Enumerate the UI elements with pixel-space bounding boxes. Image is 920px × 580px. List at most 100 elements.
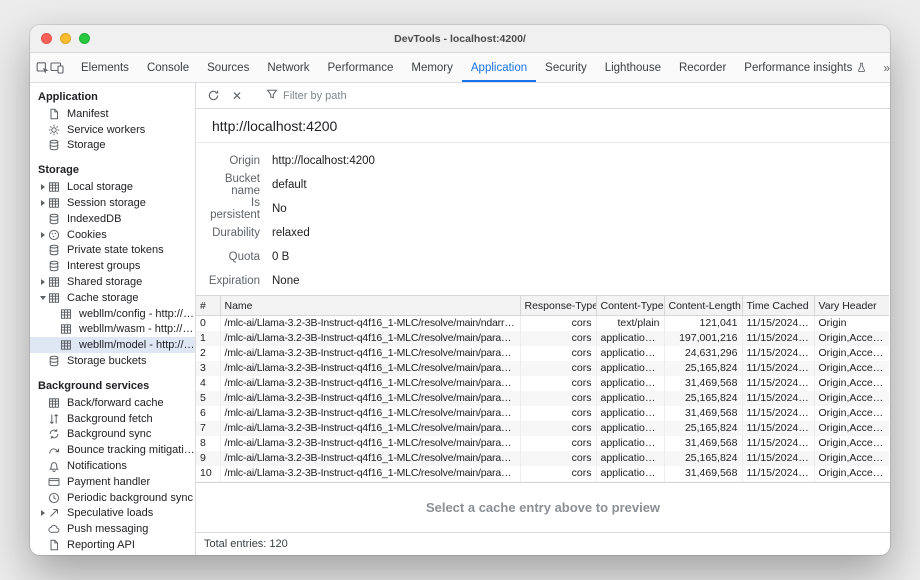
sidebar-item-label: Cookies xyxy=(64,229,107,241)
table-row[interactable]: 7/mlc-ai/Llama-3.2-3B-Instruct-q4f16_1-M… xyxy=(196,421,889,436)
cell-response-type: cors xyxy=(520,331,596,346)
sidebar: ApplicationManifestService workersStorag… xyxy=(30,83,196,555)
column-header-response-type[interactable]: Response-Type xyxy=(520,296,596,316)
cell-content-type: application/oc... xyxy=(596,451,664,466)
sidebar-item-background-sync[interactable]: Background sync xyxy=(30,427,195,443)
column-header-name[interactable]: Name xyxy=(220,296,520,316)
sidebar-item-payment-handler[interactable]: Payment handler xyxy=(30,474,195,490)
delete-selected-icon[interactable]: ✕ xyxy=(226,85,248,107)
more-tabs-chevron-icon[interactable]: » xyxy=(876,61,890,75)
sidebar-item-reporting-api[interactable]: Reporting API xyxy=(30,537,195,553)
cell-content-type: application/oc... xyxy=(596,406,664,421)
table-row[interactable]: 0/mlc-ai/Llama-3.2-3B-Instruct-q4f16_1-M… xyxy=(196,316,889,331)
tab-label: Elements xyxy=(81,62,129,74)
column-header-content-type[interactable]: Content-Type xyxy=(596,296,664,316)
cell-content-type: application/oc... xyxy=(596,376,664,391)
cell-response-type: cors xyxy=(520,361,596,376)
cell-response-type: cors xyxy=(520,316,596,331)
cell-: 7 xyxy=(196,421,220,436)
path-filter-input[interactable]: Filter by path xyxy=(261,88,347,103)
tab-lighthouse[interactable]: Lighthouse xyxy=(596,53,670,82)
table-row[interactable]: 2/mlc-ai/Llama-3.2-3B-Instruct-q4f16_1-M… xyxy=(196,346,889,361)
zoom-window-button[interactable] xyxy=(79,33,90,44)
cache-entries-table: #NameResponse-TypeContent-TypeContent-Le… xyxy=(196,295,890,483)
table-row[interactable]: 6/mlc-ai/Llama-3.2-3B-Instruct-q4f16_1-M… xyxy=(196,406,889,421)
minimize-window-button[interactable] xyxy=(60,33,71,44)
tab-performance-insights[interactable]: Performance insights xyxy=(735,53,876,82)
cell-content-length: 197,001,216 xyxy=(664,331,742,346)
cell-content-length: 31,469,568 xyxy=(664,376,742,391)
detail-row-is-persistent: Is persistentNo xyxy=(204,197,890,221)
close-window-button[interactable] xyxy=(41,33,52,44)
sidebar-item-cookies[interactable]: Cookies xyxy=(30,227,195,243)
table-row[interactable]: 3/mlc-ai/Llama-3.2-3B-Instruct-q4f16_1-M… xyxy=(196,361,889,376)
inspect-element-icon[interactable] xyxy=(36,53,50,82)
sidebar-item-interest-groups[interactable]: Interest groups xyxy=(30,258,195,274)
disclosure-right-icon[interactable] xyxy=(37,195,48,211)
sidebar-item-label: Interest groups xyxy=(64,260,140,272)
table-row[interactable]: 4/mlc-ai/Llama-3.2-3B-Instruct-q4f16_1-M… xyxy=(196,376,889,391)
devtools-content: ApplicationManifestService workersStorag… xyxy=(30,83,890,555)
column-header-vary-header[interactable]: Vary Header xyxy=(814,296,889,316)
sidebar-item-indexeddb[interactable]: IndexedDB xyxy=(30,211,195,227)
cell-content-type: application/oc... xyxy=(596,466,664,481)
disclosure-down-icon[interactable] xyxy=(37,290,48,306)
devtools-tabs: Elements ConsoleSourcesNetwork Performance… xyxy=(72,53,876,82)
sidebar-item-bounce-tracking-mitigations[interactable]: Bounce tracking mitigations xyxy=(30,442,195,458)
sidebar-item-session-storage[interactable]: Session storage xyxy=(30,195,195,211)
tab-memory[interactable]: Memory xyxy=(402,53,462,82)
table-icon xyxy=(60,323,76,335)
disclosure-right-icon[interactable] xyxy=(37,274,48,290)
column-header-[interactable]: # xyxy=(196,296,220,316)
sidebar-item-service-workers[interactable]: Service workers xyxy=(30,122,195,138)
cell-vary-header: Origin,Access... xyxy=(814,331,889,346)
sidebar-item-webllm-wasm-http-loca[interactable]: webllm/wasm - http://loca... xyxy=(30,322,195,338)
detail-label: Quota xyxy=(204,251,260,263)
disclosure-right-icon[interactable] xyxy=(37,227,48,243)
sidebar-item-notifications[interactable]: Notifications xyxy=(30,458,195,474)
refresh-icon[interactable] xyxy=(202,85,224,107)
table-row[interactable]: 8/mlc-ai/Llama-3.2-3B-Instruct-q4f16_1-M… xyxy=(196,436,889,451)
tab-elements[interactable]: Elements xyxy=(72,53,138,82)
tab-application[interactable]: Application xyxy=(462,53,536,82)
database-icon xyxy=(48,213,64,225)
sidebar-item-label: Speculative loads xyxy=(64,507,153,519)
column-header-content-length[interactable]: Content-Length xyxy=(664,296,742,316)
device-toolbar-icon[interactable] xyxy=(50,53,64,82)
tab-recorder[interactable]: Recorder xyxy=(670,53,735,82)
sidebar-item-local-storage[interactable]: Local storage xyxy=(30,179,195,195)
disclosure-right-icon[interactable] xyxy=(37,179,48,195)
table-row[interactable]: 9/mlc-ai/Llama-3.2-3B-Instruct-q4f16_1-M… xyxy=(196,451,889,466)
tab-console[interactable]: Console xyxy=(138,53,198,82)
sidebar-item-shared-storage[interactable]: Shared storage xyxy=(30,274,195,290)
sidebar-item-back-forward-cache[interactable]: Back/forward cache xyxy=(30,395,195,411)
origin-header: http://localhost:4200 xyxy=(196,109,890,143)
tab-security[interactable]: Security xyxy=(536,53,596,82)
sidebar-item-cache-storage[interactable]: Cache storage xyxy=(30,290,195,306)
sidebar-item-label: webllm/config - http://loc... xyxy=(76,308,195,320)
sidebar-item-background-fetch[interactable]: Background fetch xyxy=(30,411,195,427)
tab-label: Performance xyxy=(328,62,394,74)
sidebar-item-private-state-tokens[interactable]: Private state tokens xyxy=(30,243,195,259)
card-icon xyxy=(48,476,64,488)
sidebar-item-storage-buckets[interactable]: Storage buckets xyxy=(30,353,195,369)
table-row[interactable]: 10/mlc-ai/Llama-3.2-3B-Instruct-q4f16_1-… xyxy=(196,466,889,481)
disclosure-right-icon[interactable] xyxy=(37,506,48,522)
sidebar-item-webllm-model-http-loc[interactable]: webllm/model - http://loc... xyxy=(30,337,195,353)
sidebar-item-periodic-background-sync[interactable]: Periodic background sync xyxy=(30,490,195,506)
column-header-time-cached[interactable]: Time Cached xyxy=(742,296,814,316)
sidebar-item-speculative-loads[interactable]: Speculative loads xyxy=(30,506,195,522)
table-row[interactable]: 5/mlc-ai/Llama-3.2-3B-Instruct-q4f16_1-M… xyxy=(196,391,889,406)
sidebar-item-webllm-config-http-loc[interactable]: webllm/config - http://loc... xyxy=(30,306,195,322)
sidebar-item-storage[interactable]: Storage xyxy=(30,138,195,154)
document-icon xyxy=(48,108,64,120)
sidebar-item-manifest[interactable]: Manifest xyxy=(30,106,195,122)
table-icon xyxy=(48,292,64,304)
tab-performance[interactable]: Performance xyxy=(319,53,403,82)
tab-sources[interactable]: Sources xyxy=(198,53,258,82)
tab-network[interactable]: Network xyxy=(258,53,318,82)
sidebar-item-push-messaging[interactable]: Push messaging xyxy=(30,521,195,537)
cell-content-length: 31,469,568 xyxy=(664,406,742,421)
cell-content-type: application/oc... xyxy=(596,361,664,376)
table-row[interactable]: 1/mlc-ai/Llama-3.2-3B-Instruct-q4f16_1-M… xyxy=(196,331,889,346)
